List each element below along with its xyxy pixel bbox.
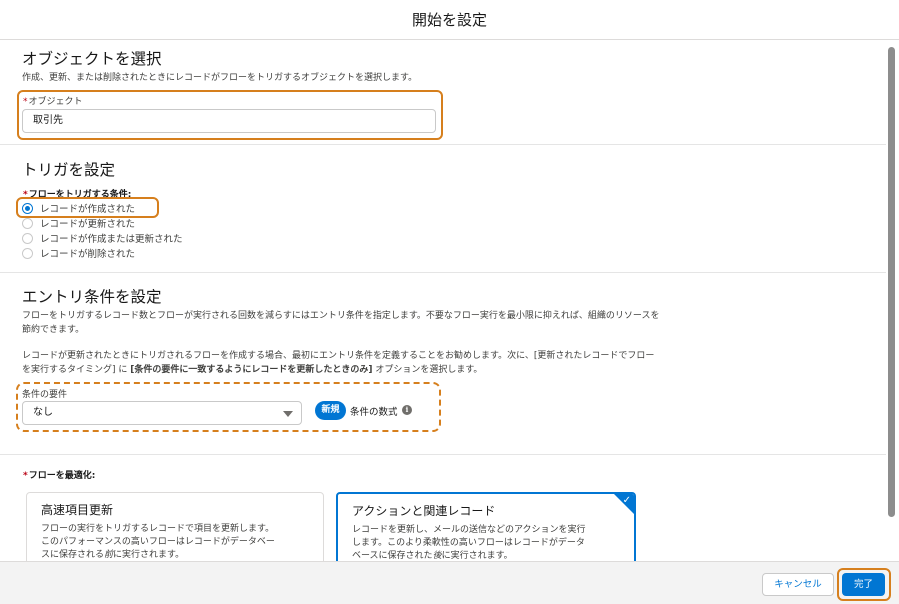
radio-icon[interactable] [22, 232, 33, 244]
card-desc-line1: レコードを更新し、メールの送信などのアクションを実行 [352, 525, 586, 535]
entry-description-1-line2: 節約できます。 [22, 325, 85, 335]
card-desc-line3: スに保存される前に実行されます。 [41, 549, 311, 561]
card-description: レコードを更新し、メールの送信などのアクションを実行 します。このより柔軟性の高… [352, 524, 622, 561]
card-desc-line3-pre: スに保存される [41, 550, 105, 560]
entry-description-2-bold: [条件の要件に一致するようにレコードを更新したときのみ] [130, 365, 373, 375]
scrollbar-thumb[interactable] [888, 47, 895, 517]
dialog-footer: キャンセル 完了 [0, 561, 899, 604]
required-marker: * [23, 471, 28, 481]
entry-description-1-line1: フローをトリガするレコード数とフローが実行される回数を減らすにはエントリ条件を指… [22, 311, 660, 321]
entry-description-2-post: オプションを選択します。 [372, 365, 483, 375]
check-icon: ✓ [622, 495, 631, 506]
card-desc-line3: ベースに保存された後に実行されます。 [352, 550, 622, 561]
entry-section-title: エントリ条件を設定 [22, 288, 162, 306]
trigger-section-title: トリガを設定 [22, 161, 116, 179]
card-desc-line3-pre: ベースに保存された [352, 551, 433, 561]
card-description: フローの実行をトリガするレコードで項目を更新します。 このパフォーマンスの高いフ… [41, 523, 311, 561]
dialog-header: 開始を設定 [0, 0, 899, 40]
optimize-card-actions-related-records[interactable]: ✓ アクションと関連レコード レコードを更新し、メールの送信などのアクションを実… [336, 492, 636, 561]
radio-icon[interactable] [22, 247, 33, 259]
entry-description-2: レコードが更新されたときにトリガされるフローを作成する場合、最初にエントリ条件を… [22, 349, 654, 377]
card-desc-line2: このパフォーマンスの高いフローはレコードがデータベー [41, 537, 275, 547]
card-desc-line3-post: に実行されます。 [113, 550, 185, 560]
object-section-title: オブジェクトを選択 [22, 50, 162, 68]
entry-conditions-section: エントリ条件を設定 フローをトリガするレコード数とフローが実行される回数を減らす… [0, 273, 886, 455]
optimize-field-label-text: フローを最適化: [28, 471, 96, 481]
card-desc-line3-post: に実行されます。 [441, 551, 513, 561]
entry-description-1: フローをトリガするレコード数とフローが実行される回数を減らすにはエントリ条件を指… [22, 309, 659, 337]
vertical-scrollbar[interactable] [887, 45, 896, 557]
card-desc-line2: します。このより柔軟性の高いフローはレコードがデータ [352, 538, 585, 548]
object-section: オブジェクトを選択 作成、更新、または削除されたときにレコードがフローをトリガす… [0, 41, 886, 145]
trigger-option-label: レコードが削除された [40, 249, 136, 260]
entry-description-2-line1: レコードが更新されたときにトリガされるフローを作成する場合、最初にエントリ条件を… [22, 351, 655, 361]
card-desc-line1: フローの実行をトリガするレコードで項目を更新します。 [41, 524, 275, 534]
trigger-option-created-or-updated[interactable]: レコードが作成または更新された [22, 231, 183, 245]
trigger-option-label: レコードが作成または更新された [40, 234, 183, 245]
trigger-option-deleted[interactable]: レコードが削除された [22, 246, 135, 260]
entry-description-2-pre: を実行するタイミング] に [22, 365, 131, 375]
dialog-body[interactable]: オブジェクトを選択 作成、更新、または削除されたときにレコードがフローをトリガす… [0, 41, 899, 561]
entry-description-2-line2: を実行するタイミング] に [条件の要件に一致するようにレコードを更新したときの… [22, 363, 654, 377]
cancel-button[interactable]: キャンセル [762, 573, 834, 596]
done-button[interactable]: 完了 [842, 573, 885, 596]
trigger-section: トリガを設定 *フローをトリガする条件: レコードが作成された レコードが更新さ… [0, 145, 886, 273]
trigger-option-label: レコードが更新された [40, 219, 136, 230]
card-desc-line3-em: 後 [432, 551, 442, 561]
object-highlight [17, 90, 443, 140]
trigger-option-updated[interactable]: レコードが更新された [22, 216, 135, 230]
radio-icon[interactable] [22, 217, 33, 229]
optimize-field-label: *フローを最適化: [23, 468, 95, 481]
trigger-option-highlight [16, 197, 159, 218]
card-desc-line3-em: 前 [104, 550, 114, 560]
entry-conditions-highlight [16, 382, 441, 432]
card-title: アクションと関連レコード [352, 504, 496, 518]
card-title: 高速項目更新 [41, 503, 114, 517]
dialog-title: 開始を設定 [411, 11, 487, 29]
optimize-card-fast-field-updates[interactable]: 高速項目更新 フローの実行をトリガするレコードで項目を更新します。 このパフォー… [26, 492, 324, 561]
object-section-description: 作成、更新、または削除されたときにレコードがフローをトリガするオブジェクトを選択… [22, 73, 418, 83]
